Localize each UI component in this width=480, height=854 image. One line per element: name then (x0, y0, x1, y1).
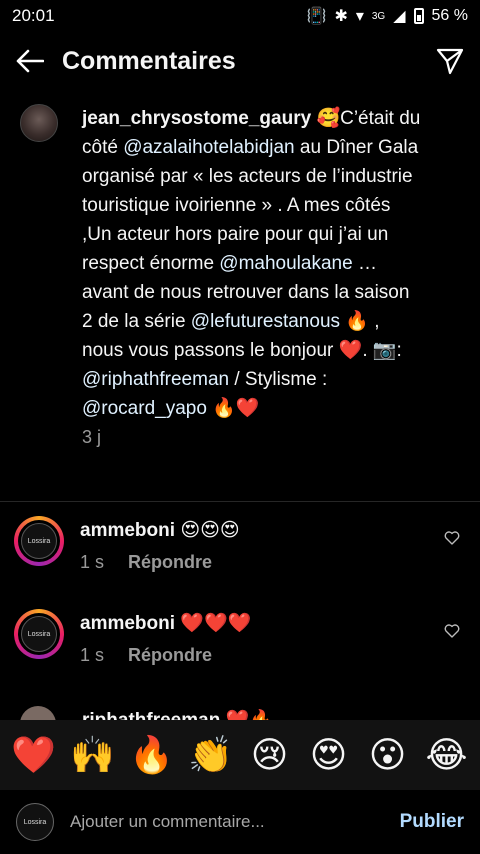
reply-button[interactable]: Répondre (128, 552, 212, 573)
emoji-button[interactable]: 👏 (185, 735, 237, 775)
emoji-button[interactable]: 😮 (362, 735, 414, 775)
emoji-quick-bar: ❤️ 🙌 🔥 👏 😢 😍 😮 😂 (0, 720, 480, 790)
mention-link[interactable]: @rocard_yapo (82, 398, 207, 419)
comment-username[interactable]: ammeboni (80, 520, 175, 541)
emoji-button[interactable]: 🔥 (126, 735, 178, 775)
caption-timestamp: 3 j (82, 427, 102, 447)
status-time: 20:01 (12, 6, 55, 25)
mention-link[interactable]: @mahoulakane (219, 253, 352, 274)
avatar[interactable] (20, 706, 56, 720)
mention-link[interactable]: @riphathfreeman (82, 369, 229, 390)
bluetooth-icon: ✱ (334, 8, 348, 25)
top-bar: Commentaires (0, 36, 480, 86)
battery-percent: 56 % (431, 7, 468, 24)
comment-timestamp: 1 s (80, 645, 105, 665)
like-heart-icon[interactable] (444, 530, 460, 546)
avatar[interactable]: Lossira (14, 516, 64, 566)
comment-item-partial: riphathfreeman ❤️🔥 (20, 706, 273, 720)
comment-meta: 1 s Répondre (80, 645, 466, 666)
avatar[interactable] (20, 104, 58, 142)
comment-username[interactable]: ammeboni (80, 613, 175, 634)
comment-content: 😍😍😍 (180, 520, 240, 541)
battery-icon (413, 8, 424, 24)
avatar: Lossira (16, 803, 54, 841)
emoji-button[interactable]: 🙌 (67, 735, 119, 775)
comment-body: ammeboni ❤️❤️❤️ 1 s Répondre (80, 609, 466, 666)
comment-body: ammeboni 😍😍😍 1 s Répondre (80, 516, 466, 573)
comment-item: Lossira ammeboni ❤️❤️❤️ 1 s Répondre (14, 609, 466, 666)
publish-button[interactable]: Publier (400, 811, 464, 833)
post-caption: jean_chrysostome_gaury 🥰C’était du côté … (20, 104, 470, 448)
comment-text: ammeboni 😍😍😍 (80, 518, 466, 544)
reply-button[interactable]: Répondre (128, 645, 212, 666)
emoji-button[interactable]: ❤️ (8, 735, 60, 775)
comment-text: riphathfreeman ❤️🔥 (82, 708, 273, 720)
caption-segment: / Stylisme : (229, 369, 328, 390)
emoji-button[interactable]: 😂 (421, 735, 473, 775)
avatar[interactable]: Lossira (14, 609, 64, 659)
emoji-button[interactable]: 😢 (244, 735, 296, 775)
status-icons: 📳 ✱ ▾ 3G ◢ 56 % (307, 6, 468, 26)
comment-input[interactable] (68, 811, 392, 833)
avatar-label: Lossira (21, 523, 57, 559)
arrow-left-icon[interactable] (14, 45, 46, 77)
status-bar: 20:01 📳 ✱ ▾ 3G ◢ 56 % (0, 0, 480, 32)
comment-meta: 1 s Répondre (80, 552, 466, 573)
comment-composer: Lossira Publier (0, 790, 480, 854)
comment-text: ammeboni ❤️❤️❤️ (80, 611, 466, 637)
network-label: 3G (371, 10, 386, 22)
wifi-icon: ▾ (355, 8, 364, 25)
comment-content: ❤️❤️❤️ (180, 613, 252, 634)
mention-link[interactable]: @lefuturestanous (191, 311, 340, 332)
divider (0, 501, 480, 502)
avatar-label: Lossira (21, 616, 57, 652)
like-heart-icon[interactable] (444, 623, 460, 639)
emoji-button[interactable]: 😍 (303, 735, 355, 775)
caption-text: jean_chrysostome_gaury 🥰C’était du côté … (82, 104, 422, 423)
comment-username[interactable]: riphathfreeman (82, 710, 220, 720)
signal-icon: ◢ (393, 8, 406, 25)
caption-body: jean_chrysostome_gaury 🥰C’était du côté … (82, 104, 422, 448)
caption-username[interactable]: jean_chrysostome_gaury (82, 108, 311, 129)
comment-timestamp: 1 s (80, 552, 105, 572)
comment-content: ❤️🔥 (226, 710, 273, 720)
vibrate-icon: 📳 (306, 8, 327, 25)
mention-link[interactable]: @azalaihotelabidjan (123, 137, 294, 158)
comment-item: Lossira ammeboni 😍😍😍 1 s Répondre (14, 516, 466, 573)
paper-plane-icon[interactable] (434, 45, 466, 77)
caption-segment: 🔥❤️ (206, 398, 260, 419)
page-title: Commentaires (62, 46, 236, 75)
